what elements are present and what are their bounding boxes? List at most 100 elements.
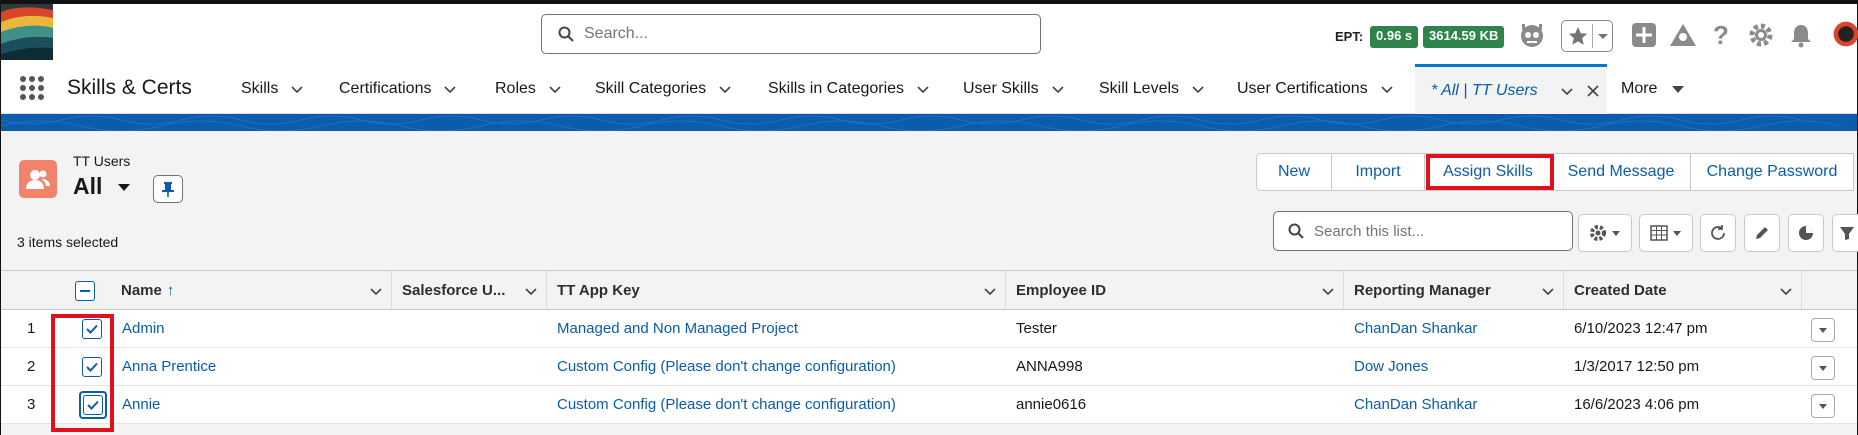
list-view-selector[interactable]: All (73, 173, 132, 200)
chevron-down-icon (1673, 231, 1681, 236)
change-password-button[interactable]: Change Password (1690, 153, 1854, 191)
row-checkbox[interactable] (82, 318, 102, 339)
display-as-button[interactable] (1639, 214, 1693, 252)
app-launcher-icon[interactable] (19, 75, 45, 101)
tab-user-certifications[interactable]: User Certifications (1237, 64, 1394, 114)
tab-label: Skill Categories (595, 80, 707, 97)
chevron-down-icon[interactable] (1321, 284, 1335, 298)
manager-link[interactable]: ChanDan Shankar (1354, 386, 1477, 423)
row-checkbox[interactable] (83, 394, 103, 415)
column-label: Name (121, 282, 162, 299)
charts-button[interactable] (1788, 214, 1824, 252)
edit-list-button[interactable] (1744, 214, 1780, 252)
close-icon[interactable] (1586, 84, 1600, 98)
employee-id-cell: ANNA998 (1016, 358, 1083, 375)
row-actions-button[interactable] (1811, 318, 1835, 342)
chevron-down-icon[interactable] (916, 82, 930, 96)
robot-icon[interactable] (1517, 20, 1547, 50)
import-button[interactable]: Import (1331, 153, 1425, 191)
settings-icon[interactable] (1746, 20, 1776, 50)
user-avatar[interactable] (1833, 14, 1858, 54)
global-search-input[interactable]: Search... (541, 14, 1041, 54)
chevron-down-icon[interactable] (524, 284, 538, 298)
chevron-down-icon[interactable] (1779, 284, 1793, 298)
global-search-placeholder: Search... (584, 25, 649, 42)
tab-certifications[interactable]: Certifications (339, 64, 457, 114)
reporting-manager-column-header[interactable]: Reporting Manager (1344, 271, 1564, 310)
app-key-link[interactable]: Custom Config (Please don't change confi… (557, 386, 896, 423)
created-date-cell: 16/6/2023 4:06 pm (1574, 396, 1700, 413)
selected-count: 3 items selected (17, 234, 119, 250)
row-number: 3 (27, 396, 36, 413)
add-icon[interactable] (1629, 20, 1659, 50)
row-actions-button[interactable] (1811, 394, 1835, 418)
tab-skill-categories[interactable]: Skill Categories (595, 64, 732, 114)
tab-label: Skills (241, 80, 279, 97)
new-button[interactable]: New (1256, 153, 1332, 191)
ept-time-badge: 0.96 s (1370, 26, 1419, 48)
chevron-down-icon[interactable] (1541, 284, 1555, 298)
chevron-down-icon[interactable] (548, 82, 562, 96)
filter-button[interactable] (1832, 214, 1858, 252)
caret-down-icon (1672, 86, 1685, 93)
assign-skills-button[interactable]: Assign Skills (1424, 153, 1552, 191)
row-number: 1 (27, 320, 36, 337)
select-all-checkbox[interactable] (75, 280, 95, 301)
manager-link[interactable]: ChanDan Shankar (1354, 310, 1477, 347)
chevron-down-icon[interactable] (1560, 84, 1574, 98)
column-label: Salesforce U... (402, 282, 506, 299)
tab-skill-levels[interactable]: Skill Levels (1099, 64, 1205, 114)
manager-link[interactable]: Dow Jones (1354, 348, 1428, 385)
chevron-down-icon[interactable] (983, 284, 997, 298)
star-icon (1568, 26, 1588, 45)
tt-app-key-column-header[interactable]: TT App Key (547, 271, 1006, 310)
table-row[interactable]: 1 Admin Managed and Non Managed Project … (1, 310, 1857, 348)
table-row[interactable]: 3 Annie Custom Config (Please don't chan… (1, 386, 1857, 424)
name-column-header[interactable]: Name ↑ (111, 271, 392, 310)
tab-skills[interactable]: Skills (241, 64, 304, 114)
refresh-button[interactable] (1700, 214, 1736, 252)
trailhead-icon[interactable] (1668, 20, 1698, 50)
chevron-down-icon[interactable] (1191, 82, 1205, 96)
name-link[interactable]: Admin (122, 310, 165, 347)
tab-user-skills[interactable]: User Skills (963, 64, 1065, 114)
list-search-input[interactable]: Search this list... (1273, 211, 1573, 251)
employee-id-column-header[interactable]: Employee ID (1006, 271, 1344, 310)
chevron-down-icon[interactable] (290, 82, 304, 96)
row-actions-button[interactable] (1811, 356, 1835, 380)
app-key-link[interactable]: Managed and Non Managed Project (557, 310, 798, 347)
list-search-placeholder: Search this list... (1314, 222, 1425, 240)
name-link[interactable]: Annie (122, 386, 160, 423)
chevron-down-icon (1598, 34, 1608, 39)
org-logo[interactable] (1, 4, 53, 60)
table-row[interactable]: 2 Anna Prentice Custom Config (Please do… (1, 348, 1857, 386)
row-checkbox[interactable] (82, 356, 102, 377)
tab-skills-in-categories[interactable]: Skills in Categories (768, 64, 930, 114)
chevron-down-icon[interactable] (369, 284, 383, 298)
salesforce-user-column-header[interactable]: Salesforce U... (392, 271, 547, 310)
help-icon[interactable]: ? (1706, 20, 1736, 50)
created-date-cell: 1/3/2017 12:50 pm (1574, 358, 1700, 375)
column-label: TT App Key (557, 282, 640, 299)
app-name: Skills & Certs (67, 76, 192, 99)
search-icon (558, 26, 574, 42)
bell-icon[interactable] (1786, 20, 1816, 50)
tab-tt-users-active[interactable]: * All | TT Users (1415, 64, 1607, 114)
refresh-icon (1711, 225, 1725, 240)
name-link[interactable]: Anna Prentice (122, 348, 216, 385)
chevron-down-icon[interactable] (443, 82, 457, 96)
favorites-button[interactable] (1561, 20, 1613, 52)
send-message-button[interactable]: Send Message (1551, 153, 1691, 191)
pie-chart-icon (1799, 226, 1813, 240)
tab-more[interactable]: More (1621, 64, 1685, 114)
tab-roles[interactable]: Roles (495, 64, 562, 114)
chevron-down-icon[interactable] (718, 82, 732, 96)
chevron-down-icon[interactable] (1051, 82, 1065, 96)
chevron-down-icon[interactable] (1380, 82, 1394, 96)
row-checkbox-cell (82, 310, 102, 347)
pin-list-view-button[interactable] (153, 175, 183, 203)
list-settings-button[interactable] (1578, 214, 1632, 252)
app-key-link[interactable]: Custom Config (Please don't change confi… (557, 348, 896, 385)
created-date-column-header[interactable]: Created Date (1564, 271, 1802, 310)
list-view-page: TT Users All New Import Assign Skills Se… (1, 131, 1858, 435)
